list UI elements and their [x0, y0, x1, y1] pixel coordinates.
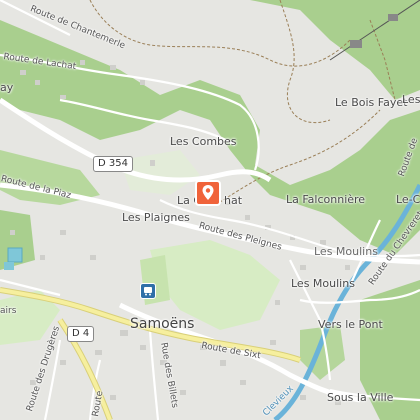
place-label-ay: ay	[0, 81, 14, 94]
place-label-les-combes: Les Combes	[170, 135, 237, 148]
pool-area	[4, 262, 14, 270]
place-label-les-c: Les C	[402, 93, 420, 106]
road-shield-d4: D 4	[67, 326, 95, 342]
bus-stop-icon[interactable]	[140, 283, 156, 299]
place-label-samoens: Samoëns	[130, 316, 195, 332]
map-view[interactable]: D 354 D 4 Route de Chantemerle Route de …	[0, 0, 420, 420]
place-label-la-combe-right: hat	[224, 194, 243, 207]
place-label-les-moulins: Les Moulins	[291, 277, 355, 290]
place-label-sous-la-ville: Sous la Ville	[327, 391, 394, 404]
place-label-le-bois-fayet: Le Bois Fayet	[335, 96, 408, 109]
place-label-vers-le-pont: Vers le Pont	[318, 318, 383, 331]
map-pin-icon[interactable]	[195, 180, 221, 206]
place-label-airs: airs	[0, 306, 17, 316]
place-label-les-plaignes: Les Plaignes	[122, 211, 190, 224]
pool-area	[7, 247, 23, 263]
cable-station	[388, 14, 398, 21]
cable-station	[350, 40, 362, 48]
road-shield-d354: D 354	[93, 156, 133, 172]
place-label-la-falconniere: La Falconnière	[286, 193, 366, 206]
place-label-les-moulins-upper: Les Moulins	[314, 245, 378, 258]
place-label-le-c: Le-C	[396, 193, 420, 206]
